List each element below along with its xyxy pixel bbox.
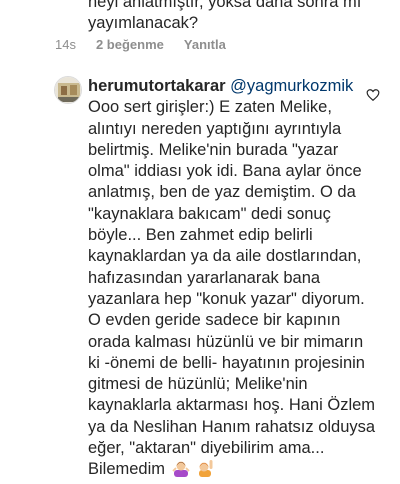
comment-time: 14s <box>55 37 76 52</box>
comment-line: O evden geride sadece bir kapının <box>88 311 341 330</box>
comment-line: ya da Neslihan Hanım rahatsız olduysa <box>88 417 376 436</box>
comment-line: kaynaklarla aktarması hoş. Hani Özlem <box>88 396 376 415</box>
previous-comment-text: neyi anlatmıştır, yoksa daha sonra mı ya… <box>88 0 388 34</box>
comment-line: gitmesi de hüzünlü; Melike'nin <box>88 375 308 394</box>
comment-line: böyle... Ben zahmet edip belirli <box>88 226 313 245</box>
previous-comment-meta: 14s 2 beğenme Yanıtla <box>55 37 226 53</box>
comment-line: kaynaklardan ya da aile dostlarından, <box>88 247 362 266</box>
mention-link[interactable]: @yagmurkozmik <box>230 77 353 95</box>
comment-line: anlatmış, ben de yaz demiştim. O da <box>88 183 356 202</box>
person-shrugging-emoji <box>171 459 190 483</box>
comment-line: "kaynaklara bakıcam" dedi sonuç <box>88 204 331 223</box>
likes-count-link[interactable]: 2 beğenme <box>96 37 164 53</box>
comment-line: olma" iddiası yok idi. Bana aylar önce <box>88 162 362 181</box>
comment-line: yazanlara hep "konuk yazar" diyorum. <box>88 289 365 308</box>
like-heart-icon[interactable] <box>366 88 382 104</box>
reply-button[interactable]: Yanıtla <box>184 37 226 53</box>
person-raising-hand-emoji <box>196 459 214 483</box>
comment-line: Ooo sert girişler:) E zaten Melike, <box>88 98 332 117</box>
previous-comment-line: neyi anlatmıştır, yoksa daha sonra mı <box>88 0 362 11</box>
reply-comment-text: herumutortakarar @yagmurkozmik Ooo sert … <box>88 76 378 484</box>
comment-line: alıntıyı nereden yaptığını ayrıntıyla <box>88 119 342 138</box>
comment-line: ki -önemi de belli- hayatının projesinin <box>88 353 365 372</box>
comment-line: Bilemedim <box>88 460 166 479</box>
comment-line: hafızasından yararlanarak bana <box>88 268 321 287</box>
previous-comment-line: yayımlanacak? <box>88 14 199 32</box>
comment-username[interactable]: herumutortakarar <box>88 77 226 95</box>
comment-line: eğer, "aktaran" diyebilirim ama... <box>88 439 325 458</box>
comment-line: orada kalması hüzünlü ve bir mimarın <box>88 332 364 351</box>
comment-line: belirtmiş. Melike'nin burada "yazar <box>88 140 339 159</box>
avatar[interactable] <box>54 76 82 104</box>
